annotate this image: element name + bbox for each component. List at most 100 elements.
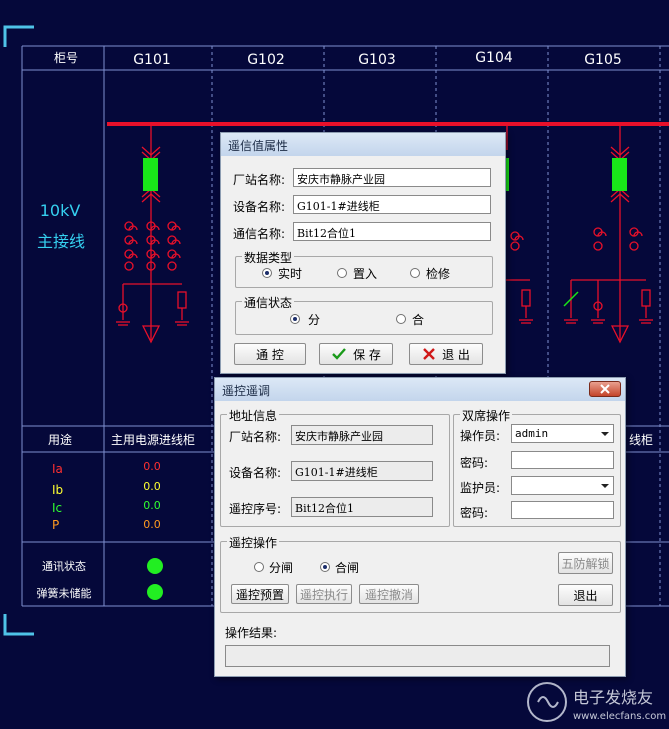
device-name-field[interactable]: G101-1#进线柜 xyxy=(293,195,491,214)
remote-device-field[interactable]: G101-1#进线柜 xyxy=(291,461,433,481)
watermark-name: 电子发烧友 xyxy=(573,688,653,707)
usage-g101: 主用电源进线柜 xyxy=(111,433,195,447)
address-info-group: 地址信息 厂站名称: 安庆市静脉产业园 设备名称: G101-1#进线柜 遥控序… xyxy=(220,407,450,527)
radio-status-open[interactable] xyxy=(290,314,300,324)
dialog-signal-properties: 遥信值属性 厂站名称: 安庆市静脉产业园 设备名称: G101-1#进线柜 通信… xyxy=(220,132,506,374)
operation-result-label: 操作结果: xyxy=(225,626,278,640)
dialog-signal-title: 遥信值属性 xyxy=(228,139,289,153)
close-icon xyxy=(600,384,610,394)
measure-value-ia: 0.0 xyxy=(143,460,161,473)
status-indicator-comm xyxy=(147,558,163,574)
remote-seq-label: 遥控序号: xyxy=(229,502,282,516)
remote-control-button[interactable]: 通 控 xyxy=(234,343,306,365)
check-icon xyxy=(332,348,346,360)
remote-cancel-button[interactable]: 遥控撤消 xyxy=(359,584,419,604)
radio-open-switch-label: 分闸 xyxy=(269,561,294,575)
feeder-g101 xyxy=(116,124,189,344)
radio-realtime[interactable] xyxy=(262,268,272,278)
cabinet-g103: G103 xyxy=(358,52,396,68)
header-cabinet-label: 柜号 xyxy=(54,51,78,65)
radio-maintenance-label: 检修 xyxy=(426,267,451,281)
device-name-label: 设备名称: xyxy=(233,200,286,214)
measure-label-ib: Ib xyxy=(52,483,63,497)
measure-label-ia: Ia xyxy=(52,462,63,476)
status-label-spring: 弹簧未储能 xyxy=(37,586,92,600)
cabinet-g101: G101 xyxy=(133,52,171,68)
measure-value-p: 0.0 xyxy=(143,518,161,531)
operator-select-value: admin xyxy=(515,427,549,440)
measure-label-p: P xyxy=(52,518,59,532)
remote-preset-button[interactable]: 遥控预置 xyxy=(231,584,289,604)
execute-button-label: 遥控执行 xyxy=(299,587,348,602)
dual-operation-title: 双席操作 xyxy=(460,407,513,424)
supervisor-select[interactable] xyxy=(511,476,614,495)
radio-set[interactable] xyxy=(337,268,347,278)
cabinet-g104: G104 xyxy=(475,50,513,66)
bus-voltage-label: 10kV xyxy=(40,201,81,220)
operator-password-field[interactable] xyxy=(511,451,614,469)
watermark: 电子发烧友 www.elecfans.com xyxy=(527,682,666,722)
operation-result-field xyxy=(225,645,610,667)
preset-button-label: 遥控预置 xyxy=(235,587,284,602)
watermark-site: www.elecfans.com xyxy=(573,711,666,722)
remote-exit-button-label: 退出 xyxy=(573,588,598,603)
remote-operation-group: 遥控操作 分闸 合闸 五防解锁 遥控预置 遥控执行 遥控撤消 退出 xyxy=(220,534,621,613)
address-info-title: 地址信息 xyxy=(227,407,280,424)
dialog-remote-control: 遥控遥调 地址信息 厂站名称: 安庆市静脉产业园 设备名称: G101-1#进线… xyxy=(214,377,626,677)
chevron-down-icon xyxy=(601,484,609,488)
status-label-comm: 通讯状态 xyxy=(42,559,86,573)
operator-label: 操作员: xyxy=(460,429,501,443)
radio-maintenance[interactable] xyxy=(410,268,420,278)
cabinet-g105: G105 xyxy=(584,52,622,68)
feeder-g104 xyxy=(505,124,533,324)
comm-status-group-title: 通信状态 xyxy=(242,294,295,311)
comm-status-group: 通信状态 分 合 xyxy=(235,294,493,335)
status-indicator-spring xyxy=(147,584,163,600)
radio-status-closed[interactable] xyxy=(396,314,406,324)
remote-station-field[interactable]: 安庆市静脉产业园 xyxy=(291,425,433,445)
remote-exit-button[interactable]: 退出 xyxy=(558,584,613,606)
unlock-button-label: 五防解锁 xyxy=(561,556,610,571)
corner-bracket-top-left xyxy=(3,25,34,47)
comm-name-field[interactable]: Bit12合位1 xyxy=(293,222,491,241)
data-type-group: 数据类型 实时 置入 检修 xyxy=(235,249,493,288)
radio-open-switch[interactable] xyxy=(254,562,264,572)
remote-operation-title: 遥控操作 xyxy=(227,534,280,551)
station-name-field[interactable]: 安庆市静脉产业园 xyxy=(293,168,491,187)
measure-value-ib: 0.0 xyxy=(143,480,161,493)
breaker-g105 xyxy=(612,158,627,191)
supervisor-password-field[interactable] xyxy=(511,501,614,519)
remote-seq-field[interactable]: Bit12合位1 xyxy=(291,497,433,517)
dual-operation-group: 双席操作 操作员: admin 密码: 监护员: 密码: xyxy=(453,407,621,527)
anti-misoperation-unlock-button[interactable]: 五防解锁 xyxy=(558,552,613,574)
corner-bracket-bottom-left xyxy=(3,614,34,636)
station-name-label: 厂站名称: xyxy=(233,173,286,187)
supervisor-label: 监护员: xyxy=(460,481,501,495)
dialog-close-button[interactable] xyxy=(589,381,621,397)
radio-realtime-label: 实时 xyxy=(278,267,303,281)
remote-execute-button[interactable]: 遥控执行 xyxy=(296,584,352,604)
feeder-g105 xyxy=(564,124,653,344)
chevron-down-icon xyxy=(601,432,609,436)
breaker-g101 xyxy=(143,158,158,191)
radio-close-switch-label: 合闸 xyxy=(335,561,360,575)
exit-button[interactable]: 退 出 xyxy=(409,343,483,365)
operator-select[interactable]: admin xyxy=(511,424,614,443)
measure-value-ic: 0.0 xyxy=(143,499,161,512)
radio-close-switch[interactable] xyxy=(320,562,330,572)
remote-device-label: 设备名称: xyxy=(229,466,282,480)
dialog-remote-titlebar[interactable]: 遥控遥调 xyxy=(215,378,625,401)
dialog-remote-title: 遥控遥调 xyxy=(222,384,271,398)
cabinet-g102: G102 xyxy=(247,52,285,68)
dialog-signal-titlebar[interactable]: 遥信值属性 xyxy=(221,133,505,156)
usage-g105: 线柜 xyxy=(629,433,653,447)
usage-label: 用途 xyxy=(48,432,72,447)
close-x-icon xyxy=(423,348,435,360)
cancel-button-label: 遥控撤消 xyxy=(364,587,413,602)
data-type-group-title: 数据类型 xyxy=(242,249,295,266)
bus-name-label: 主接线 xyxy=(37,232,85,251)
save-button[interactable]: 保 存 xyxy=(319,343,393,365)
measure-label-ic: Ic xyxy=(52,501,62,515)
radio-set-label: 置入 xyxy=(353,267,378,281)
exit-button-label: 退 出 xyxy=(442,347,470,362)
